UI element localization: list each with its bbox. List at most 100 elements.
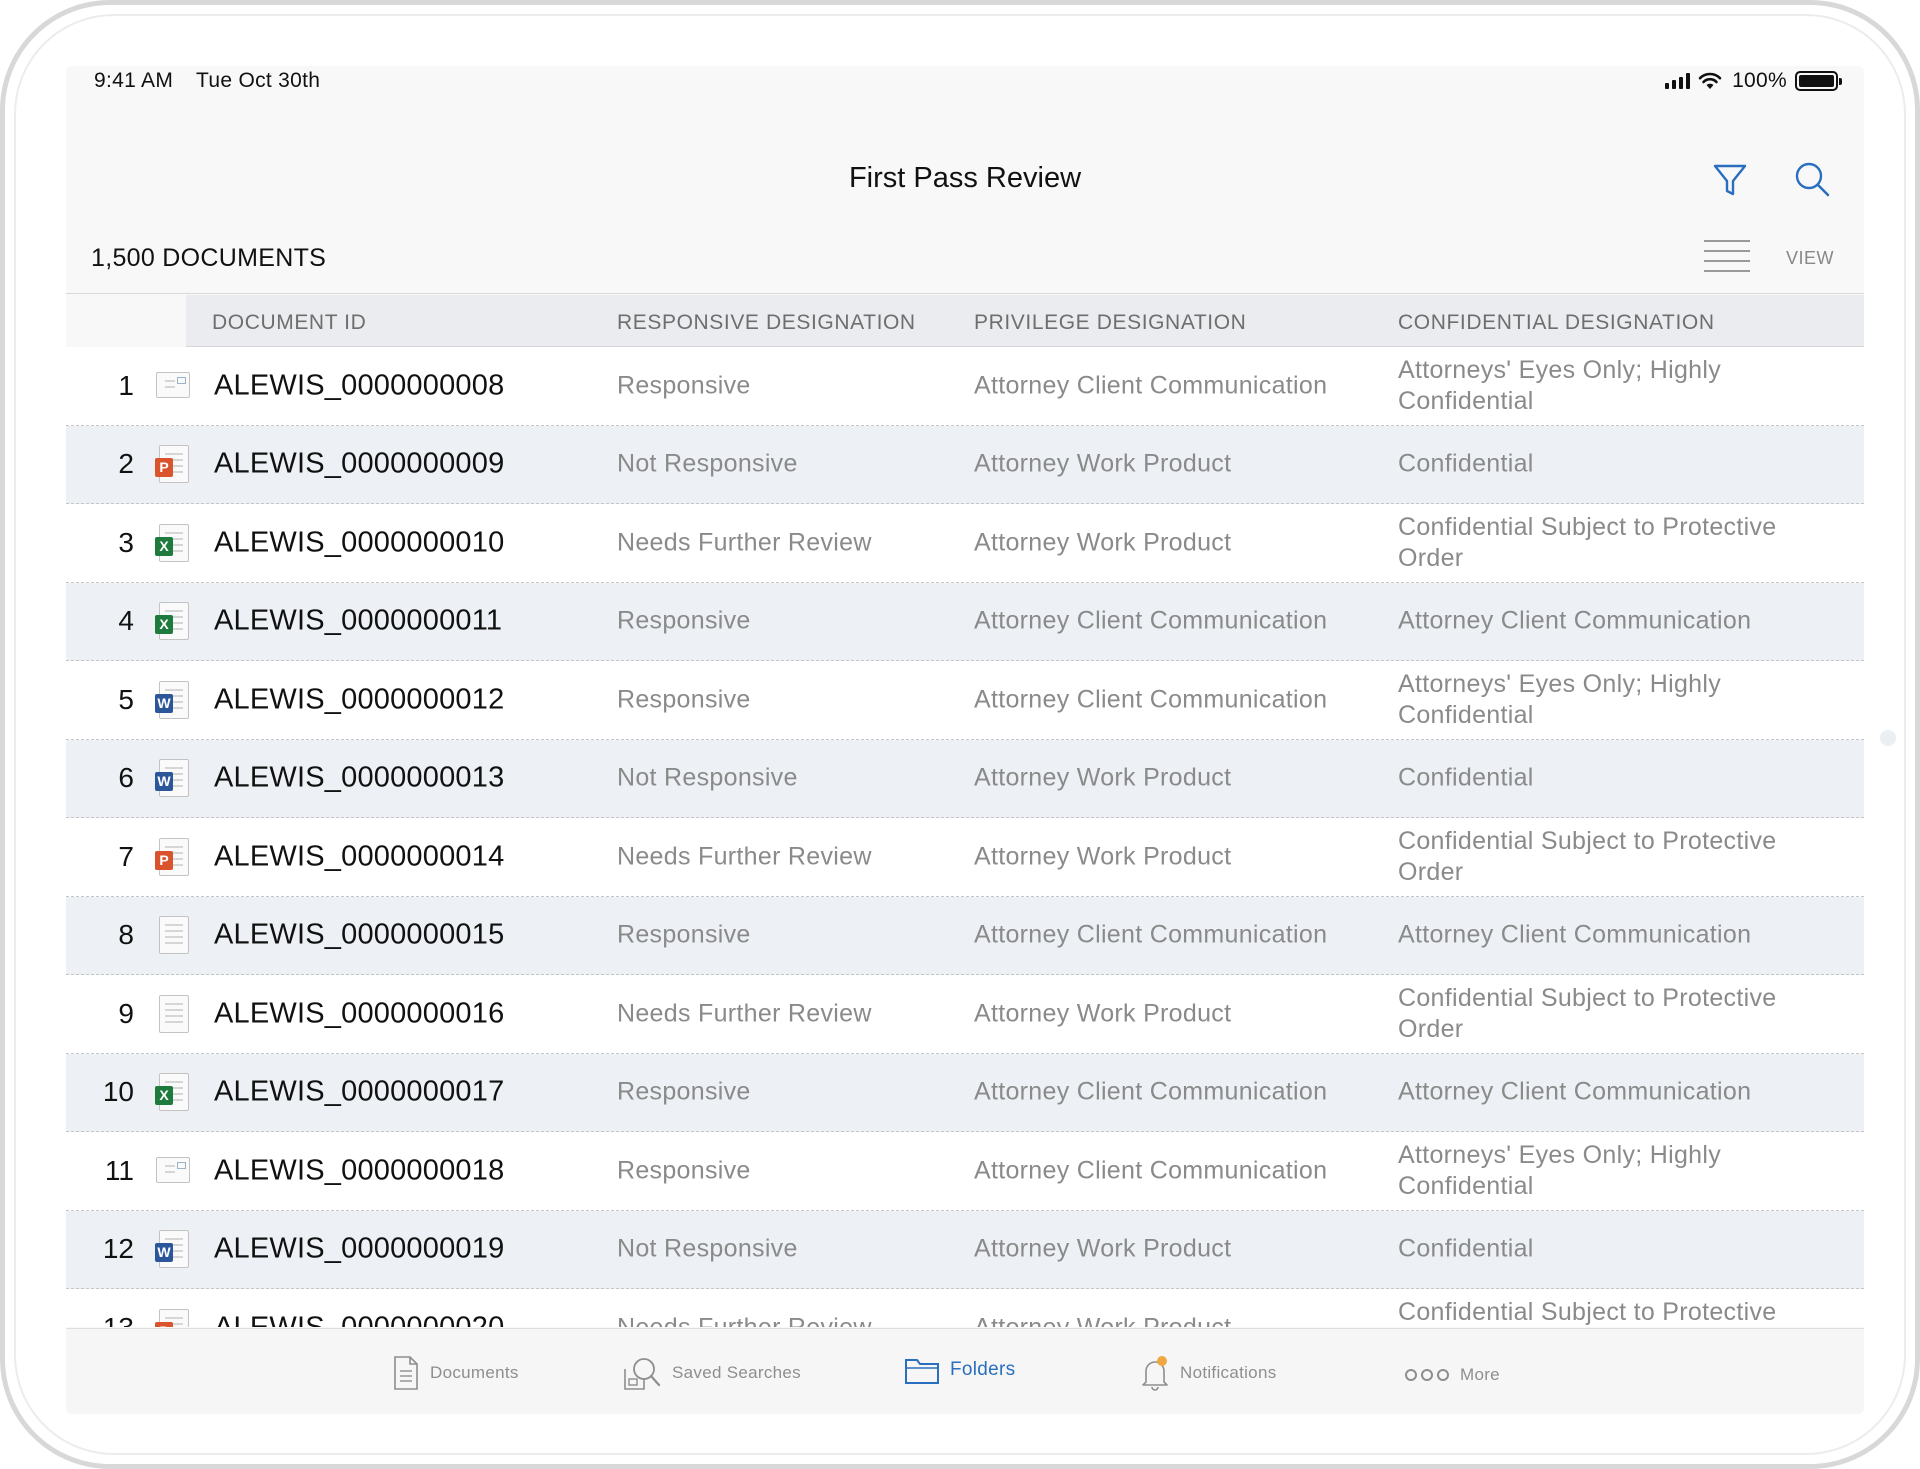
table-row[interactable]: 3 X ALEWIS_0000000010 Needs Further Review A… [66,504,1864,583]
filter-button[interactable] [1706,156,1754,204]
document-id[interactable]: ALEWIS_0000000008 [214,369,504,402]
confidential-designation: Attorney Client Communication [1398,606,1752,635]
privilege-designation: Attorney Client Communication [974,371,1328,400]
signal-icon [1665,73,1691,89]
row-number: 4 [118,605,134,637]
row-number: 1 [118,369,134,401]
tab-folders-label: Folders [950,1359,1016,1380]
responsive-designation: Needs Further Review [617,842,872,871]
document-id[interactable]: ALEWIS_0000000020 [214,1311,504,1327]
page-title: First Pass Review [848,162,1082,194]
status-bar: 9:41 AM Tue Oct 30th 100% [66,66,1864,98]
responsive-designation: Not Responsive [617,1234,798,1263]
responsive-designation: Not Responsive [617,763,798,792]
tab-notifications-label: Notifications [1180,1363,1277,1382]
battery-icon [1795,71,1842,91]
more-icon [1405,1369,1449,1381]
privilege-designation: Attorney Work Product [974,763,1232,792]
responsive-designation: Responsive [617,1077,751,1106]
row-number: 9 [118,997,134,1029]
document-id[interactable]: ALEWIS_0000000011 [214,605,502,638]
privilege-designation: Attorney Client Communication [974,1156,1328,1185]
table-row[interactable]: 12 W ALEWIS_0000000019 Not Responsive Attorn… [66,1210,1864,1289]
excel-icon: X [155,602,191,641]
table-row[interactable]: 8 ALEWIS_0000000015 Responsive Attorney Cli… [66,896,1864,975]
document-id[interactable]: ALEWIS_0000000009 [214,448,504,481]
status-time: 9:41 AM [94,69,174,92]
word-icon: W [155,759,191,798]
responsive-designation: Not Responsive [617,449,798,478]
word-icon: W [155,1230,191,1269]
document-id[interactable]: ALEWIS_0000000018 [214,1154,504,1187]
confidential-designation: Attorney Client Communication [1398,920,1752,949]
table-row[interactable]: 1 ALEWIS_0000000008 Responsive Attorney Cli… [66,347,1864,426]
row-number: 10 [102,1076,134,1108]
table-row[interactable]: 9 ALEWIS_0000000016 Needs Further Review At… [66,975,1864,1054]
column-header-privilege[interactable]: PRIVILEGE DESIGNATION [974,311,1246,335]
table-row[interactable]: 10 X ALEWIS_0000000017 Responsive Attorney C… [66,1053,1864,1132]
view-list-icon[interactable] [1704,240,1750,276]
tab-saved-searches-label: Saved Searches [672,1363,801,1382]
document-id[interactable]: ALEWIS_0000000013 [214,762,504,795]
document-count-bar: 1,500 DOCUMENTS VIEW [66,222,1864,294]
confidential-designation: Attorney Client Communication [1398,1077,1752,1106]
navigation-bar: First Pass Review [66,156,1864,216]
table-header: DOCUMENT ID RESPONSIVE DESIGNATION PRIVI… [66,295,1864,347]
document-id[interactable]: ALEWIS_0000000014 [214,840,504,873]
table-row[interactable]: 2 P ALEWIS_0000000009 Not Responsive Attorne… [66,425,1864,504]
app-screen: 9:41 AM Tue Oct 30th 100% First Pass Rev… [66,66,1864,1414]
text-document-icon [155,916,191,955]
bell-icon [1142,1356,1168,1391]
document-id[interactable]: ALEWIS_0000000010 [214,526,504,559]
confidential-designation: Confidential Subject to Protective Order [1398,512,1777,572]
privilege-designation: Attorney Client Communication [974,606,1328,635]
tab-folders[interactable]: Folders [904,1355,1015,1385]
table-row[interactable]: 5 W ALEWIS_0000000012 Responsive Attorney Cl… [66,661,1864,740]
tab-notifications[interactable]: Notifications [1140,1355,1277,1391]
word-icon: W [155,680,191,719]
document-id[interactable]: ALEWIS_0000000015 [214,919,504,952]
column-header-document-id[interactable]: DOCUMENT ID [212,311,366,335]
excel-icon: X [155,1073,191,1112]
wifi-icon [1698,72,1722,89]
column-header-confidential[interactable]: CONFIDENTIAL DESIGNATION [1398,311,1715,335]
table-row[interactable]: 11 ALEWIS_0000000018 Responsive Attorney Cl… [66,1132,1864,1211]
status-date: Tue Oct 30th [196,69,321,92]
confidential-designation: Confidential Subject to Protective Order [1398,826,1777,886]
responsive-designation: Responsive [617,1156,751,1185]
document-id[interactable]: ALEWIS_0000000012 [214,683,504,716]
email-icon [155,367,191,405]
tab-documents[interactable]: Documents [392,1355,519,1391]
tablet-frame: 9:41 AM Tue Oct 30th 100% First Pass Rev… [0,0,1920,1469]
document-id[interactable]: ALEWIS_0000000019 [214,1233,504,1266]
responsive-designation: Responsive [617,685,751,714]
table-row[interactable]: 4 X ALEWIS_0000000011 Responsive Attorney Cl… [66,582,1864,661]
text-document-icon [155,994,191,1033]
tab-bar: Documents Saved Searches Folders Notific… [66,1328,1864,1414]
powerpoint-icon: P [155,1308,191,1327]
privilege-designation: Attorney Work Product [974,842,1232,871]
row-number: 11 [104,1154,134,1186]
search-button[interactable] [1788,156,1836,204]
tab-documents-label: Documents [430,1363,519,1382]
powerpoint-icon: P [155,837,191,876]
tab-more[interactable]: More [1404,1365,1500,1385]
confidential-designation: Attorneys' Eyes Only; Highly Confidentia… [1398,669,1722,729]
table-row[interactable]: 13 P ALEWIS_0000000020 Needs Further Review… [66,1289,1864,1327]
email-icon [155,1152,191,1190]
view-button[interactable]: VIEW [1786,248,1834,269]
document-id[interactable]: ALEWIS_0000000017 [214,1076,504,1109]
row-number: 13 [66,1312,134,1327]
table-row[interactable]: 6 W ALEWIS_0000000013 Not Responsive Attorne… [66,739,1864,818]
column-header-responsive[interactable]: RESPONSIVE DESIGNATION [617,311,916,335]
privilege-designation: Attorney Work Product [974,999,1232,1028]
tab-saved-searches[interactable]: Saved Searches [622,1355,801,1391]
confidential-designation: Confidential Subject to Protective Order [1398,1297,1777,1326]
table-row[interactable]: 7 P ALEWIS_0000000014 Needs Further Review A… [66,818,1864,897]
document-icon [394,1356,418,1390]
row-number: 5 [118,683,134,715]
row-number: 3 [118,526,134,558]
document-id[interactable]: ALEWIS_0000000016 [214,997,504,1030]
confidential-designation: Confidential [1398,763,1534,792]
responsive-designation: Responsive [617,920,751,949]
